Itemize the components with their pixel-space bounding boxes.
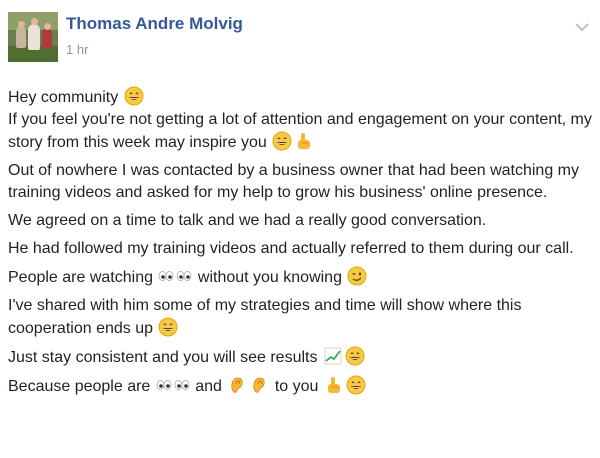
eyes-emoji-icon [159,271,174,281]
chart-increasing-emoji-icon [324,347,342,365]
grinning-emoji-icon [345,346,365,366]
eyes-emoji-icon [177,271,192,281]
post-timestamp[interactable]: 1 hr [66,42,88,57]
avatar[interactable] [8,12,58,62]
pointing-hand-emoji-icon [327,377,340,393]
winking-emoji-icon [347,266,367,286]
eyes-emoji-icon [156,380,172,390]
post-line: People are watching without you knowing [8,266,593,289]
chevron-down-icon[interactable] [574,20,590,34]
post-line: I've shared with him some of my strategi… [8,297,522,337]
post-line: Just stay consistent and you will see re… [8,346,593,369]
grinning-emoji-icon [346,375,366,395]
post-line: Because people are and to you [8,375,593,398]
grinning-emoji-icon [124,86,144,106]
post-line: We agreed on a time to talk and we had a… [8,212,487,229]
post-line: Out of nowhere I was contacted by a busi… [8,162,579,201]
eyes-emoji-icon [174,380,190,390]
grinning-emoji-icon [272,131,292,151]
ear-emoji-icon [253,377,265,393]
author-name[interactable]: Thomas Andre Molvig [66,14,243,34]
post-body: Hey community If you feel you're not get… [8,66,593,398]
ear-emoji-icon [231,377,243,393]
grinning-emoji-icon [158,317,178,337]
post-line: Hey community [8,86,593,109]
post-line: He had followed my training videos and a… [8,240,574,257]
pointing-hand-emoji-icon [298,133,311,149]
post-line: If you feel you're not getting a lot of … [8,111,592,151]
post-header: Thomas Andre Molvig 1 hr [8,10,600,66]
facebook-post: Thomas Andre Molvig 1 hr Hey community I… [0,0,600,458]
